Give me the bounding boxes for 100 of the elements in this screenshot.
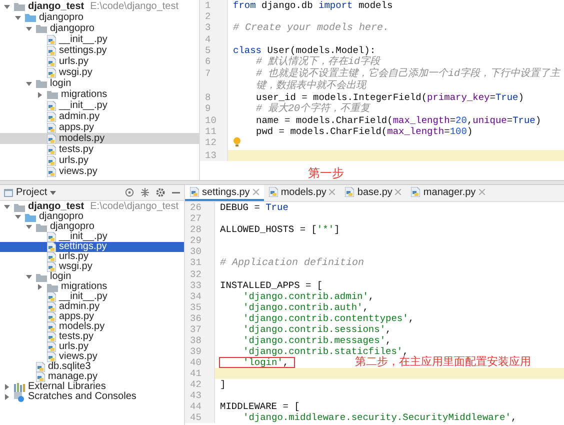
editor-tab[interactable]: models.py (264, 185, 340, 201)
tree-item[interactable]: views.py (0, 166, 199, 177)
tree-item[interactable]: djangopro (0, 222, 184, 232)
code-line: 'django.contrib.staticfiles', (242, 346, 408, 357)
scratches-icon (14, 392, 25, 402)
line-number: 10 (200, 115, 228, 126)
tree-item[interactable]: settings.py (0, 242, 184, 252)
caret-icon[interactable] (26, 26, 32, 32)
python-file-icon (47, 342, 56, 352)
caret-icon[interactable] (4, 394, 10, 400)
tree-item[interactable]: urls.py (0, 342, 184, 352)
project-path: E:\code\django_test (90, 202, 179, 212)
tree-item[interactable]: login (0, 272, 184, 282)
line-number: 30 (185, 246, 215, 257)
tree-item[interactable]: djangopro (0, 212, 184, 222)
caret-icon[interactable] (15, 214, 21, 220)
code-line: 'django.contrib.sessions', (242, 324, 392, 335)
library-icon (14, 382, 25, 392)
tree-item[interactable]: models.py (0, 133, 199, 144)
tree-item[interactable]: views.py (0, 352, 184, 362)
tree-item[interactable]: django_test E:\code\django_test (0, 1, 199, 12)
python-file-icon (36, 362, 45, 372)
panel-icon (4, 188, 13, 196)
annotation-text: 第二步，在主应用里面配置安装应用 (355, 357, 531, 368)
tree-item[interactable]: __init__.py (0, 232, 184, 242)
tree-item[interactable]: models.py (0, 322, 184, 332)
code-line: DEBUG = True (219, 202, 288, 213)
caret-icon[interactable] (4, 384, 10, 390)
code-line: INSTALLED_APPS = [ (219, 280, 323, 291)
python-file-icon (47, 302, 56, 312)
line-number: 33 (185, 280, 215, 291)
project-view-button[interactable]: Project (4, 187, 56, 198)
tree-item[interactable]: djangopro (0, 23, 199, 34)
tree-item[interactable]: urls.py (0, 155, 199, 166)
editor-tab[interactable]: base.py (340, 185, 406, 201)
line-number: 29 (185, 235, 215, 246)
tree-item[interactable]: admin.py (0, 111, 199, 122)
tree-item[interactable]: django_test E:\code\django_test (0, 202, 184, 212)
python-file-icon (47, 134, 56, 144)
python-file-icon (47, 332, 56, 342)
line-number: 5 (200, 45, 228, 56)
python-file-icon (47, 144, 56, 154)
tree-item[interactable]: login (0, 78, 199, 89)
folder-icon (36, 272, 47, 282)
python-file-icon (47, 312, 56, 322)
caret-icon[interactable] (15, 14, 21, 20)
python-file-icon (47, 292, 56, 302)
tree-item[interactable]: migrations (0, 282, 184, 292)
code-line: 'django.contrib.messages', (242, 335, 392, 346)
code-line: name = models.CharField(max_length=20,unique=True) (255, 115, 542, 126)
tree-item[interactable]: tests.py (0, 144, 199, 155)
tree-item[interactable]: __init__.py (0, 292, 184, 302)
tree-item[interactable]: djangopro (0, 12, 199, 23)
tree-item[interactable]: admin.py (0, 302, 184, 312)
python-file-icon (47, 242, 56, 252)
tree-item[interactable]: urls.py (0, 56, 199, 67)
caret-icon[interactable] (26, 80, 32, 86)
python-file-icon (47, 156, 56, 166)
tree-item[interactable]: wsgi.py (0, 67, 199, 78)
caret-icon (50, 190, 56, 194)
caret-icon[interactable] (26, 274, 32, 280)
caret-icon[interactable] (4, 204, 10, 210)
lightbulb-icon[interactable] (233, 137, 241, 147)
line-number: 37 (185, 324, 215, 335)
caret-icon[interactable] (4, 4, 10, 10)
python-file-icon (47, 112, 56, 122)
caret-icon[interactable] (26, 224, 32, 230)
editor-tab[interactable]: settings.py (185, 185, 264, 201)
tree-item[interactable]: manage.py (0, 372, 184, 382)
caret-icon[interactable] (37, 92, 43, 98)
code-line: 'django.contrib.admin', (242, 291, 374, 302)
line-number: 32 (185, 269, 215, 280)
tree-item[interactable]: tests.py (0, 332, 184, 342)
folder-icon (36, 222, 47, 232)
line-number: 9 (200, 103, 228, 115)
tree-item[interactable]: settings.py (0, 45, 199, 56)
line-number: 44 (185, 401, 215, 412)
python-file-icon (190, 187, 199, 197)
tree-item[interactable]: apps.py (0, 122, 199, 133)
python-file-icon (47, 232, 56, 242)
tree-item[interactable]: apps.py (0, 312, 184, 322)
tree-item[interactable]: External Libraries (0, 382, 184, 392)
close-icon[interactable] (252, 189, 259, 195)
tree-item[interactable]: Scratches and Consoles (0, 392, 184, 402)
caret-icon[interactable] (37, 284, 43, 290)
line-number: 31 (185, 257, 215, 269)
tree-item[interactable]: wsgi.py (0, 262, 184, 272)
settings-icon[interactable] (156, 188, 165, 197)
tree-item[interactable]: migrations (0, 89, 199, 100)
tree-item[interactable]: db.sqlite3 (0, 362, 184, 372)
minimize-icon[interactable] (172, 192, 180, 194)
tree-item[interactable]: __init__.py (0, 100, 199, 111)
python-file-icon (47, 252, 56, 262)
target-icon[interactable] (125, 188, 134, 197)
folder-icon (36, 79, 47, 88)
tree-item[interactable]: urls.py (0, 252, 184, 262)
folder-icon (47, 282, 58, 292)
editor-tab[interactable]: manager.py (406, 185, 490, 201)
python-file-icon (47, 100, 56, 110)
tree-item[interactable]: __init__.py (0, 34, 199, 45)
